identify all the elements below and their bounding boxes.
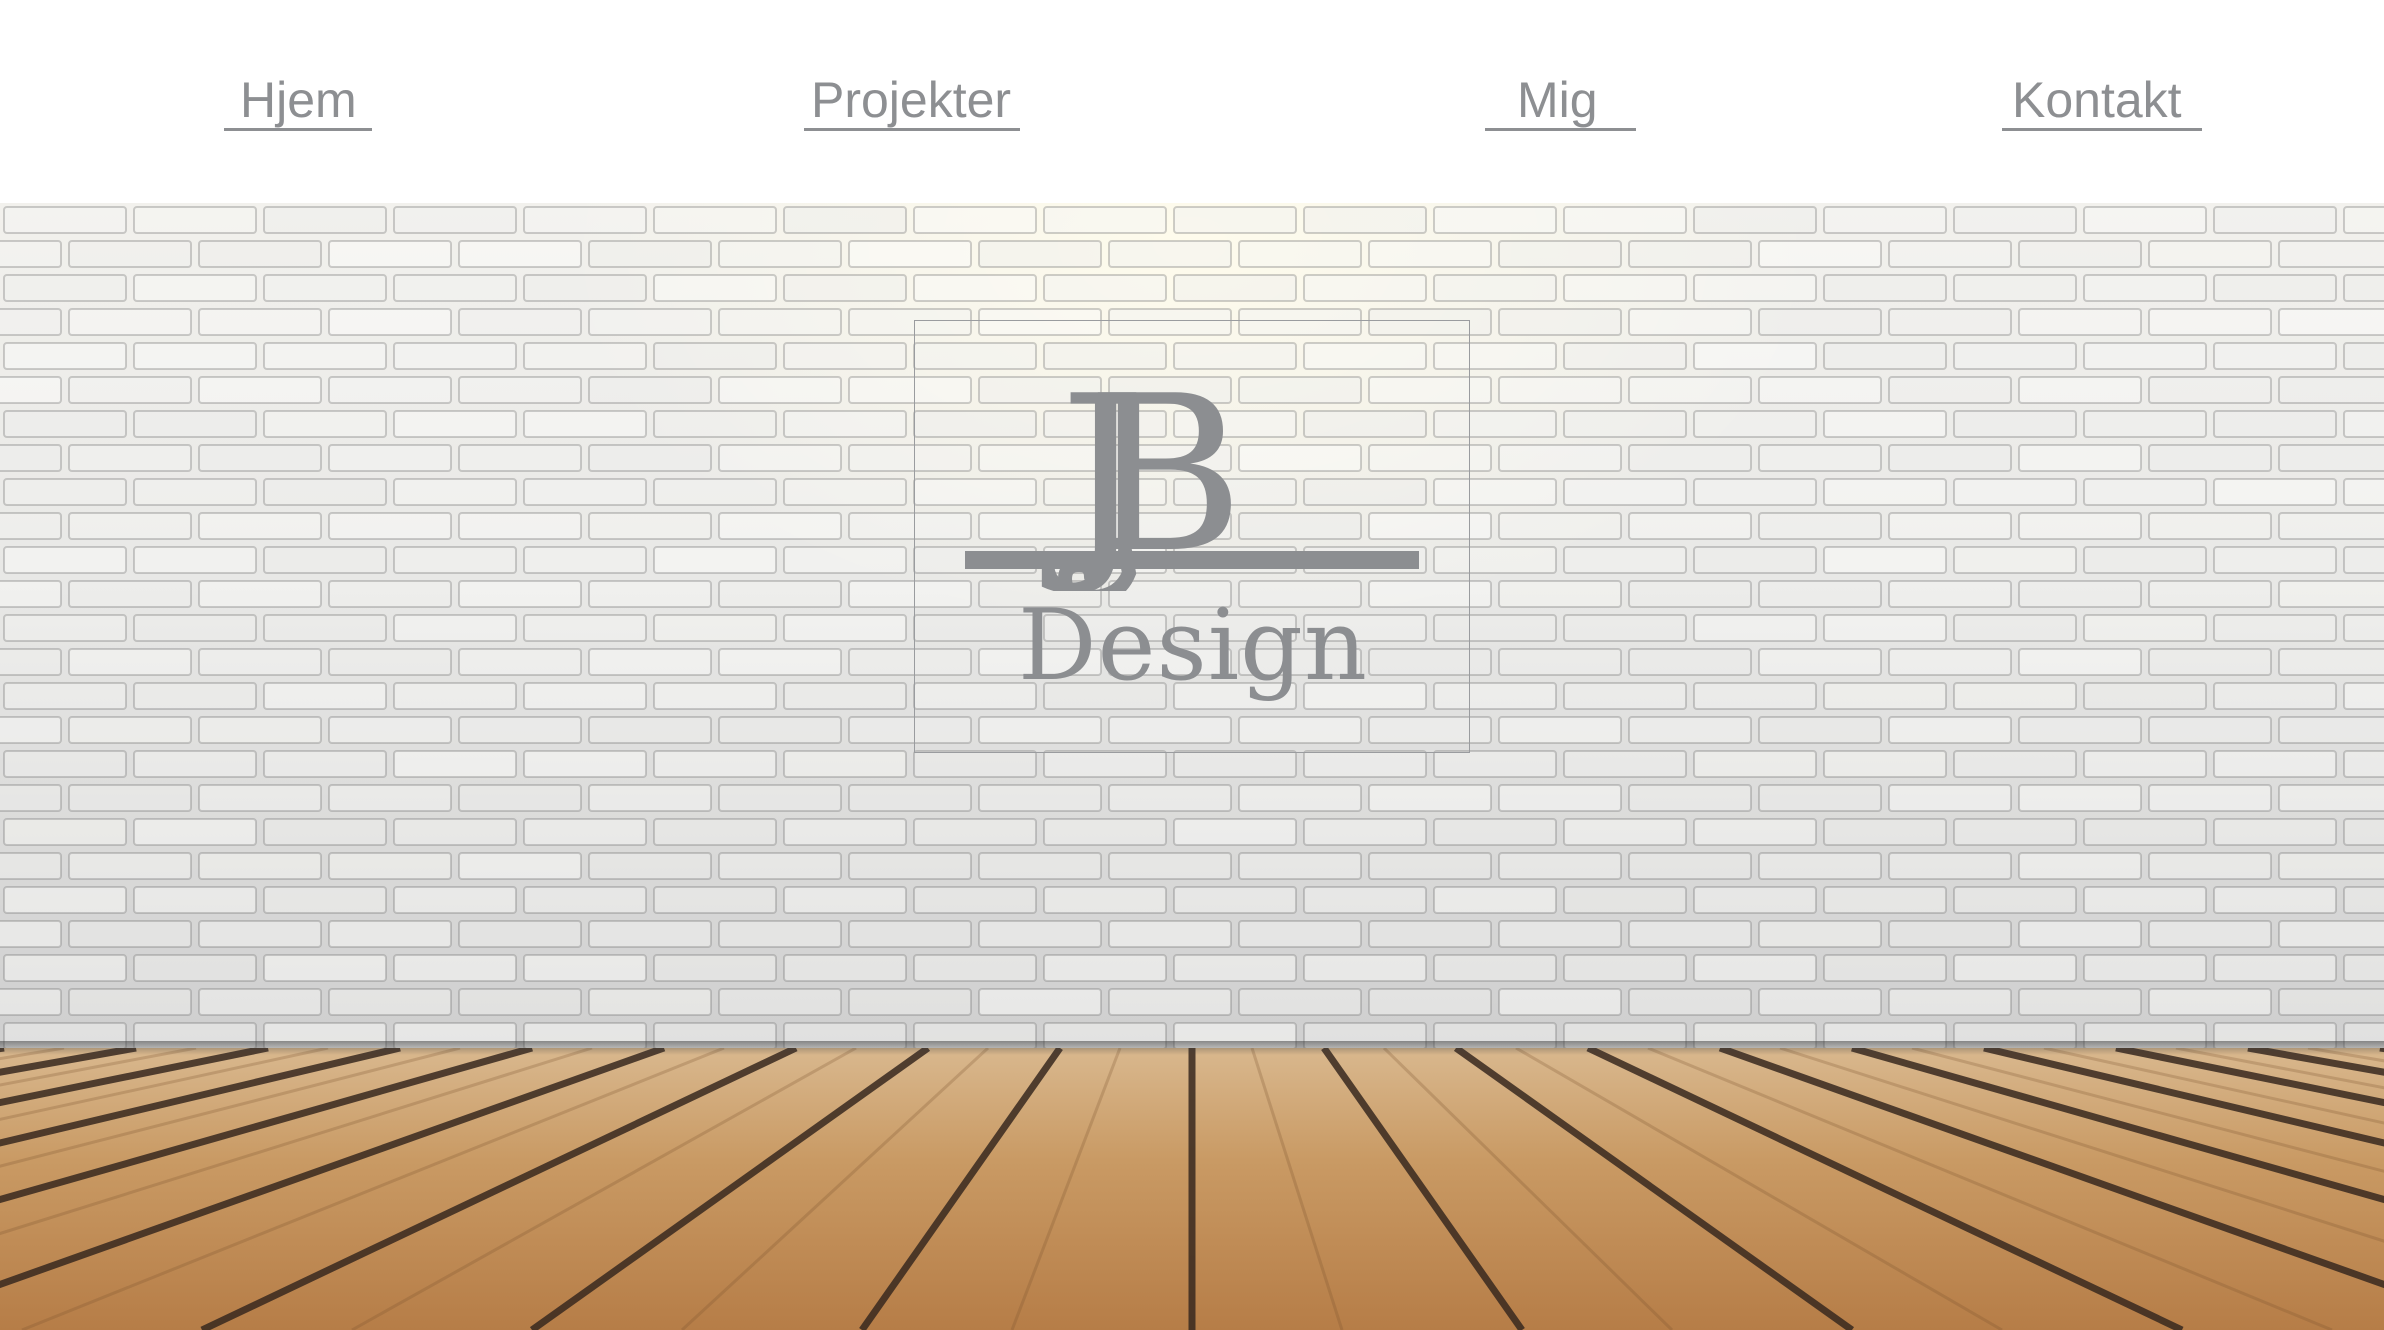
nav-link-label: Hjem [240, 72, 357, 128]
wall-floor-shadow [0, 1041, 2384, 1055]
nav-link-hjem[interactable]: Hjem [224, 70, 372, 131]
logo-wordmark: Design [1017, 589, 1369, 703]
nav-link-label: Mig [1517, 72, 1598, 128]
nav-link-projekter[interactable]: Projekter [804, 70, 1020, 131]
nav-underline [224, 128, 372, 131]
floor-planks [0, 1048, 2384, 1330]
nav-underline [1485, 128, 1636, 131]
top-nav: Hjem Projekter Mig Kontakt [0, 0, 2384, 203]
monogram-bar [965, 551, 1419, 569]
page: Hjem Projekter Mig Kontakt B J Design [0, 0, 2384, 1330]
hero-section: B J Design [0, 203, 2384, 1330]
jb-design-logo[interactable]: B J Design [914, 320, 1470, 753]
nav-underline [2002, 128, 2202, 131]
wooden-floor-background [0, 1048, 2384, 1330]
jb-monogram: B J [965, 349, 1419, 591]
nav-link-label: Projekter [811, 72, 1012, 128]
nav-link-kontakt[interactable]: Kontakt [2002, 70, 2202, 131]
nav-link-mig[interactable]: Mig [1485, 70, 1636, 131]
nav-link-label: Kontakt [2012, 72, 2182, 128]
nav-underline [804, 128, 1020, 131]
